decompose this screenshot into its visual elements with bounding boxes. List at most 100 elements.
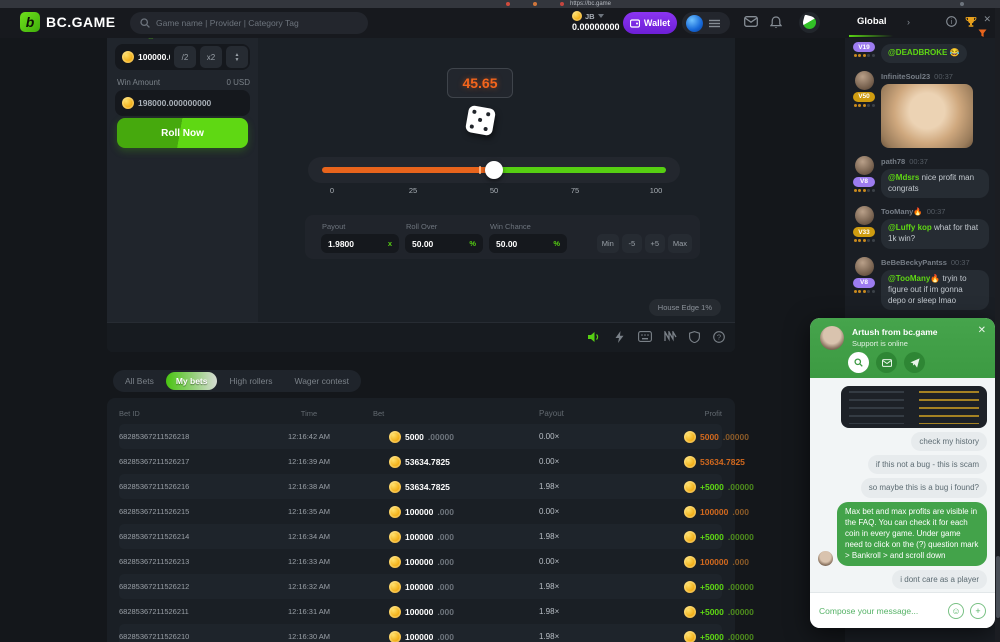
chat-mention[interactable]: @Luffy kop xyxy=(888,223,932,232)
half-bet-button[interactable]: /2 xyxy=(174,46,196,68)
chat-mention[interactable]: @DEADBROKE xyxy=(888,48,947,57)
table-row[interactable]: 6828536721152621012:16:30 AM100000.0001.… xyxy=(119,624,722,642)
support-message: i dont care as a player xyxy=(818,570,987,589)
bet-id-cell: 68285367211526214 xyxy=(119,532,269,541)
slider-handle[interactable] xyxy=(485,161,503,179)
bet-id-cell: 68285367211526211 xyxy=(119,607,269,616)
browser-icon[interactable] xyxy=(560,2,564,6)
table-row[interactable]: 6828536721152621312:16:33 AM100000.0000.… xyxy=(119,549,722,574)
chat-mention[interactable]: @TooMany🔥 xyxy=(888,274,940,283)
table-row[interactable]: 6828536721152621512:16:35 AM100000.0000.… xyxy=(119,499,722,524)
chat-channel-tab[interactable]: Global xyxy=(857,16,887,27)
trophy-icon[interactable] xyxy=(965,16,977,28)
trends-icon[interactable] xyxy=(664,331,677,342)
messages-icon[interactable] xyxy=(744,16,758,27)
tab-high-rollers[interactable]: High rollers xyxy=(219,372,282,390)
avatar[interactable] xyxy=(855,257,874,276)
table-row[interactable]: 6828536721152621712:16:39 AM53634.78250.… xyxy=(119,449,722,474)
coin-icon xyxy=(389,431,401,443)
table-row[interactable]: 6828536721152621112:16:31 AM100000.0001.… xyxy=(119,599,722,624)
profit-decimals: .00000 xyxy=(728,482,754,492)
support-screenshot-image[interactable] xyxy=(841,386,987,428)
support-telegram-button[interactable] xyxy=(904,352,925,373)
page-scrollbar[interactable] xyxy=(995,8,1000,642)
chat-meme-image[interactable] xyxy=(881,84,973,148)
level-badge: V19 xyxy=(853,42,875,52)
chance-button-min[interactable]: Min xyxy=(597,234,619,253)
bet-cell: 100000.000 xyxy=(349,606,539,618)
chat-info-icon[interactable]: i xyxy=(946,16,957,27)
chat-bubble[interactable]: @TooMany🔥 tryin to figure out if im gonn… xyxy=(881,270,989,310)
emoji-icon[interactable]: ☺ xyxy=(948,603,964,619)
slider-track[interactable] xyxy=(322,167,666,173)
chat-close-icon[interactable]: ✕ xyxy=(983,14,991,25)
level-badge: V8 xyxy=(853,177,875,187)
game-search-input[interactable]: Game name | Provider | Category Tag xyxy=(130,12,368,34)
bet-amount-input[interactable]: 100000.00000000 /2 x2 ▲▼ xyxy=(115,44,250,70)
chat-timestamp: 00:37 xyxy=(951,258,970,267)
sound-icon[interactable] xyxy=(588,331,601,343)
tab-my-bets[interactable]: My bets xyxy=(166,372,218,390)
partner-avatar[interactable] xyxy=(799,12,820,33)
support-message xyxy=(818,386,987,428)
tab-all-bets[interactable]: All Bets xyxy=(115,372,164,390)
support-search-button[interactable] xyxy=(848,352,869,373)
support-message: if this not a bug - this is scam xyxy=(818,455,987,474)
bet-cell: 100000.000 xyxy=(349,581,539,593)
support-bubble: so maybe this is a bug i found? xyxy=(861,478,987,497)
chance-button--5[interactable]: -5 xyxy=(622,234,642,253)
chat-bubble[interactable]: @DEADBROKE 😂 xyxy=(881,44,967,63)
win-chance-input[interactable]: 50.00% xyxy=(489,234,567,253)
roll-slider[interactable] xyxy=(308,157,680,183)
dice-game-module: Amount Ⓦ 0 USD 100000.00000000 /2 x2 ▲▼ … xyxy=(107,28,735,352)
chance-button-max[interactable]: Max xyxy=(668,234,692,253)
support-bubble: Max bet and max profits are visible in t… xyxy=(837,502,987,566)
profit-cell: 100000.000 xyxy=(684,506,749,518)
turbo-lightning-icon[interactable] xyxy=(615,331,624,343)
profit-cell: +5000.00000 xyxy=(684,531,754,543)
browser-icon[interactable] xyxy=(960,2,964,6)
chat-filter-icon[interactable] xyxy=(978,29,987,38)
avatar[interactable] xyxy=(855,71,874,90)
amount-stepper[interactable]: ▲▼ xyxy=(226,46,248,68)
hotkeys-icon[interactable] xyxy=(638,331,652,342)
chat-bubble[interactable]: @Luffy kop what for that 1k win? xyxy=(881,219,989,249)
chevron-right-icon[interactable]: › xyxy=(907,17,910,27)
support-bubble: i dont care as a player xyxy=(892,570,987,589)
wallet-button[interactable]: Wallet xyxy=(623,12,677,34)
house-edge-badge[interactable]: House Edge 1% xyxy=(649,299,721,316)
balance-selector[interactable]: JB 0.00000000 xyxy=(572,11,620,32)
bet-amount: 100000 xyxy=(405,632,433,642)
bcgame-logo[interactable]: b BC.GAME xyxy=(20,12,116,32)
table-row[interactable]: 6828536721152621212:16:32 AM100000.0001.… xyxy=(119,574,722,599)
table-row[interactable]: 6828536721152621812:16:42 AM5000.000000.… xyxy=(119,424,722,449)
column-header: Profit xyxy=(684,409,722,418)
table-row[interactable]: 6828536721152621612:16:38 AM53634.78251.… xyxy=(119,474,722,499)
avatar[interactable] xyxy=(855,156,874,175)
double-bet-button[interactable]: x2 xyxy=(200,46,222,68)
payout-input[interactable]: 1.9800x xyxy=(321,234,399,253)
fairness-shield-icon[interactable] xyxy=(689,331,700,343)
roll-now-button[interactable]: Roll Now xyxy=(117,118,248,148)
tab-wager-contest[interactable]: Wager contest xyxy=(284,372,359,390)
support-email-button[interactable] xyxy=(876,352,897,373)
support-close-icon[interactable]: ✕ xyxy=(978,325,986,336)
chat-bubble[interactable]: @Mdsrs nice profit man congrats xyxy=(881,169,989,199)
chat-mention[interactable]: @Mdsrs xyxy=(888,173,919,182)
scrollbar-thumb[interactable] xyxy=(996,556,1000,618)
chance-button-+5[interactable]: +5 xyxy=(645,234,665,253)
browser-address-bar[interactable]: https://bc.game xyxy=(0,0,1000,8)
browser-icon[interactable] xyxy=(506,2,510,6)
support-compose-input[interactable] xyxy=(819,606,942,616)
roll-over-label: Roll Over xyxy=(406,222,437,231)
user-menu[interactable] xyxy=(682,12,730,34)
avatar[interactable] xyxy=(855,206,874,225)
help-icon[interactable]: ? xyxy=(713,331,725,343)
attach-plus-icon[interactable]: + xyxy=(970,603,986,619)
browser-icon[interactable] xyxy=(533,2,537,6)
table-row[interactable]: 6828536721152621412:16:34 AM100000.0001.… xyxy=(119,524,722,549)
bet-amount: 53634.7825 xyxy=(405,482,450,492)
support-status: Support is online xyxy=(852,339,908,348)
notifications-bell-icon[interactable] xyxy=(770,16,782,29)
roll-over-input[interactable]: 50.00% xyxy=(405,234,483,253)
